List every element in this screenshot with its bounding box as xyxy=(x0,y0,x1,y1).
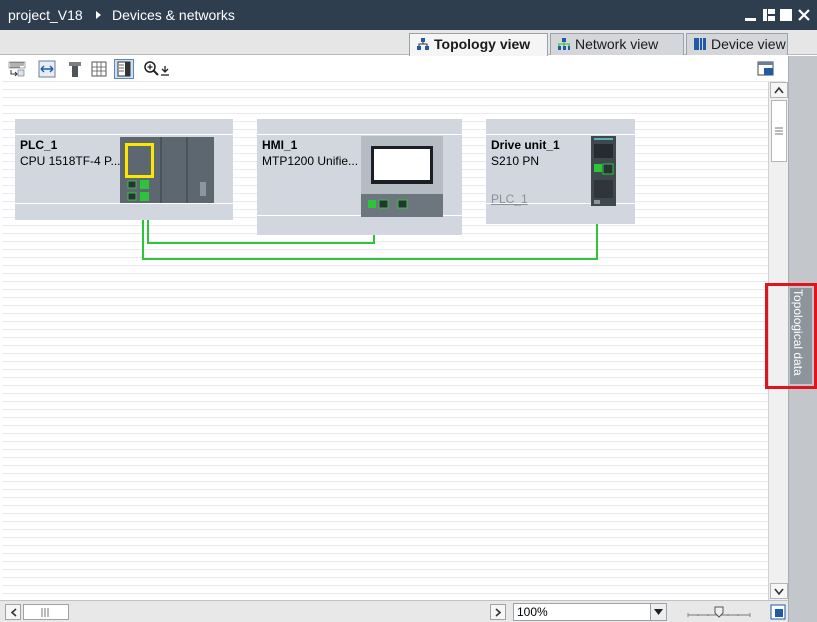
device-header-divider xyxy=(15,134,233,135)
device-name[interactable]: Drive unit_1 xyxy=(491,138,560,152)
zoom-in-icon[interactable] xyxy=(143,60,161,78)
breadcrumb-separator-icon xyxy=(96,11,101,19)
tab-label: Device view xyxy=(711,36,786,52)
topology-canvas[interactable]: PLC_1 CPU 1518TF-4 P... HMI_1 MTP1200 Un… xyxy=(2,82,768,600)
overview-icon[interactable] xyxy=(757,60,775,78)
scroll-left-button[interactable] xyxy=(5,604,21,620)
zoom-value: 100% xyxy=(517,605,548,619)
scroll-thumb[interactable] xyxy=(771,100,787,162)
grip-icon xyxy=(41,608,49,617)
device-name[interactable]: HMI_1 xyxy=(262,138,297,152)
zoom-select[interactable]: 100% xyxy=(513,603,667,621)
minimize-icon[interactable] xyxy=(744,8,758,22)
hmi-panel-image xyxy=(361,136,443,217)
tab-network-view[interactable]: Network view xyxy=(550,33,684,55)
zoom-dropdown-icon[interactable] xyxy=(160,60,170,78)
scroll-right-button[interactable] xyxy=(490,604,506,620)
network-icon xyxy=(558,38,570,50)
grip-icon xyxy=(775,127,783,135)
scroll-up-button[interactable] xyxy=(770,82,788,98)
fit-width-icon[interactable] xyxy=(38,60,56,78)
chevron-down-icon xyxy=(774,588,784,596)
device-header-divider xyxy=(257,134,462,135)
tab-label: Topology view xyxy=(434,36,531,52)
highlight-box xyxy=(765,283,817,389)
horizontal-scroll-thumb[interactable] xyxy=(23,604,69,620)
device-drive-unit-1[interactable]: Drive unit_1 S210 PN PLC_1 xyxy=(486,119,635,224)
zoom-dropdown-button[interactable] xyxy=(650,604,666,620)
page-title: Devices & networks xyxy=(112,7,235,23)
status-bar: 100% xyxy=(0,600,788,622)
maximize-icon[interactable] xyxy=(779,8,793,22)
navigator-icon[interactable] xyxy=(770,604,786,620)
chevron-down-icon xyxy=(654,609,663,615)
chevron-left-icon xyxy=(10,608,17,617)
tab-device-view[interactable]: Device view xyxy=(686,33,788,55)
toolbar xyxy=(2,56,786,82)
view-tabs: Topology view Network view Device view xyxy=(0,30,817,56)
device-name[interactable]: PLC_1 xyxy=(20,138,57,152)
rack-view-icon[interactable] xyxy=(66,60,84,78)
close-icon[interactable] xyxy=(797,8,811,22)
tile-icon[interactable] xyxy=(762,8,776,22)
device-type: MTP1200 Unifie... xyxy=(262,154,359,168)
device-type: S210 PN xyxy=(491,154,540,168)
device-type: CPU 1518TF-4 P... xyxy=(20,154,121,168)
zoom-slider[interactable] xyxy=(686,604,752,620)
show-names-icon[interactable] xyxy=(8,60,26,78)
assigned-controller-link[interactable]: PLC_1 xyxy=(491,192,528,206)
plc-module-image xyxy=(120,137,214,203)
chevron-up-icon xyxy=(774,86,784,94)
breadcrumb-project[interactable]: project_V18 xyxy=(8,7,83,23)
scroll-down-button[interactable] xyxy=(770,583,788,599)
device-header-divider xyxy=(486,134,635,135)
title-bar: project_V18 Devices & networks xyxy=(0,0,817,30)
tab-topology-view[interactable]: Topology view xyxy=(409,33,548,56)
drive-module-image xyxy=(591,136,616,206)
grid-icon[interactable] xyxy=(90,60,108,78)
page-layout-icon[interactable] xyxy=(114,59,134,79)
tab-label: Network view xyxy=(575,36,659,52)
chevron-right-icon xyxy=(495,608,502,617)
topology-icon xyxy=(417,38,429,50)
device-icon xyxy=(694,38,706,50)
device-footer-divider xyxy=(15,203,233,204)
device-hmi-1[interactable]: HMI_1 MTP1200 Unifie... xyxy=(257,119,462,235)
device-plc-1[interactable]: PLC_1 CPU 1518TF-4 P... xyxy=(15,119,233,220)
